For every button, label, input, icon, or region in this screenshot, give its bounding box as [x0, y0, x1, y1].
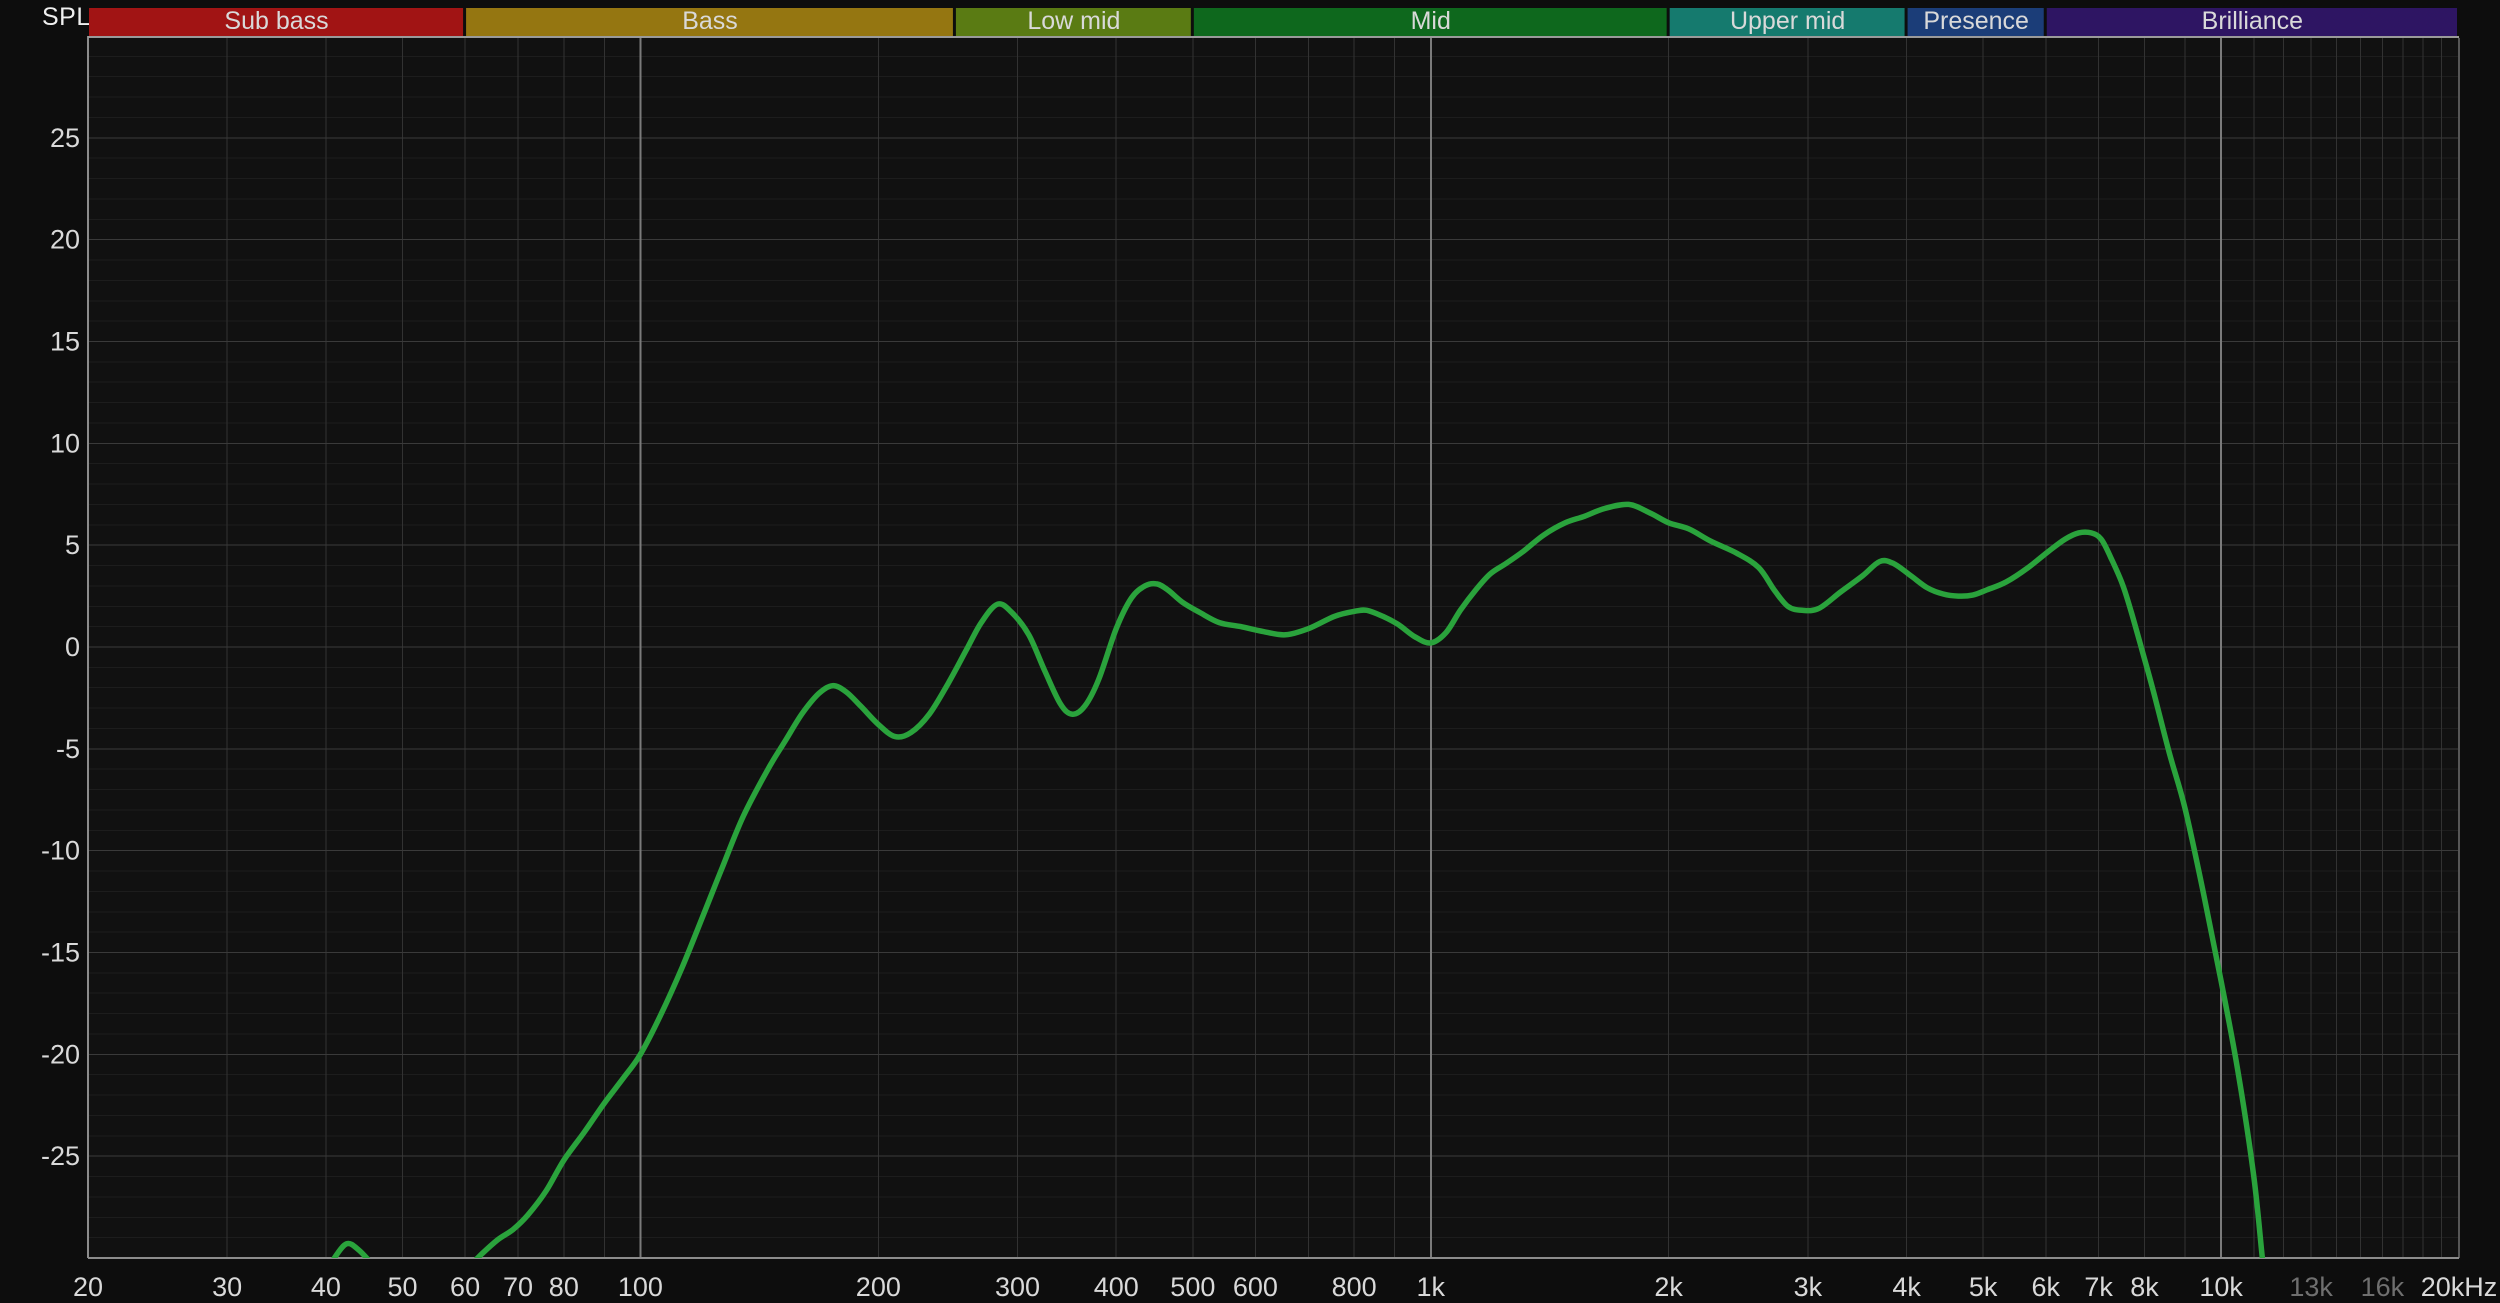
spl-chart: SPL Sub bass Bass Low mid Mid Upper mid Prese…: [0, 0, 2500, 1303]
y-tick-label: 0: [65, 632, 80, 662]
x-tick-label: 60: [450, 1272, 480, 1302]
x-tick-label: 2k: [1654, 1272, 1683, 1302]
x-tick-label: 1k: [1416, 1272, 1445, 1302]
band-label-brilliance: Brilliance: [2202, 7, 2303, 35]
x-tick-label: 300: [995, 1272, 1040, 1302]
band-label-upper-mid: Upper mid: [1730, 7, 1845, 35]
x-tick-label: 7k: [2084, 1272, 2113, 1302]
x-tick-label: 3k: [1794, 1272, 1823, 1302]
y-tick-label: 15: [50, 326, 80, 356]
y-tick-label: -20: [41, 1039, 80, 1069]
x-tick-label: 70: [503, 1272, 533, 1302]
x-tick-label: 30: [212, 1272, 242, 1302]
x-tick-label: 4k: [1892, 1272, 1921, 1302]
x-tick-label: 20: [73, 1272, 103, 1302]
x-tick-label: 8k: [2130, 1272, 2159, 1302]
x-tick-label: 600: [1233, 1272, 1278, 1302]
y-tick-label: -10: [41, 836, 80, 866]
x-tick-label: 20kHz: [2421, 1272, 2498, 1302]
band-label-presence: Presence: [1923, 7, 2029, 35]
x-tick-label: 16k: [2361, 1272, 2405, 1302]
band-header: Sub bass Bass Low mid Mid Upper mid Presence B…: [88, 7, 2459, 38]
x-tick-label: 80: [549, 1272, 579, 1302]
x-tick-label: 50: [387, 1272, 417, 1302]
x-tick-label: 5k: [1969, 1272, 1998, 1302]
x-tick-label: 6k: [2031, 1272, 2060, 1302]
x-tick-label: 10k: [2199, 1272, 2243, 1302]
y-tick-label: -5: [56, 734, 80, 764]
x-tick-label: 500: [1170, 1272, 1215, 1302]
x-tick-label: 400: [1094, 1272, 1139, 1302]
x-tick-label: 100: [618, 1272, 663, 1302]
y-tick-label: 25: [50, 123, 80, 153]
band-header-underline: [88, 36, 2459, 38]
y-tick-label: 5: [65, 530, 80, 560]
x-tick-label: 800: [1332, 1272, 1377, 1302]
band-label-sub-bass: Sub bass: [224, 7, 328, 35]
band-label-low-mid: Low mid: [1027, 7, 1120, 35]
frequency-response-plot: Sub bass Bass Low mid Mid Upper mid Presence B…: [41, 7, 2497, 1302]
y-tick-labels: 25 20 15 10 5 0 -5 -10 -15 -20 -25: [41, 123, 80, 1171]
y-tick-label: 20: [50, 225, 80, 255]
x-tick-label: 13k: [2289, 1272, 2333, 1302]
x-tick-label: 200: [856, 1272, 901, 1302]
y-tick-label: -25: [41, 1141, 80, 1171]
band-label-bass: Bass: [682, 7, 738, 35]
y-tick-label: 10: [50, 428, 80, 458]
x-tick-label: 40: [311, 1272, 341, 1302]
band-label-mid: Mid: [1411, 7, 1451, 35]
x-tick-labels: 20 30 40 50 60 70 80 100 200 300 400 500 600 800 1k 2k 3…: [73, 1272, 2497, 1302]
y-tick-label: -15: [41, 938, 80, 968]
